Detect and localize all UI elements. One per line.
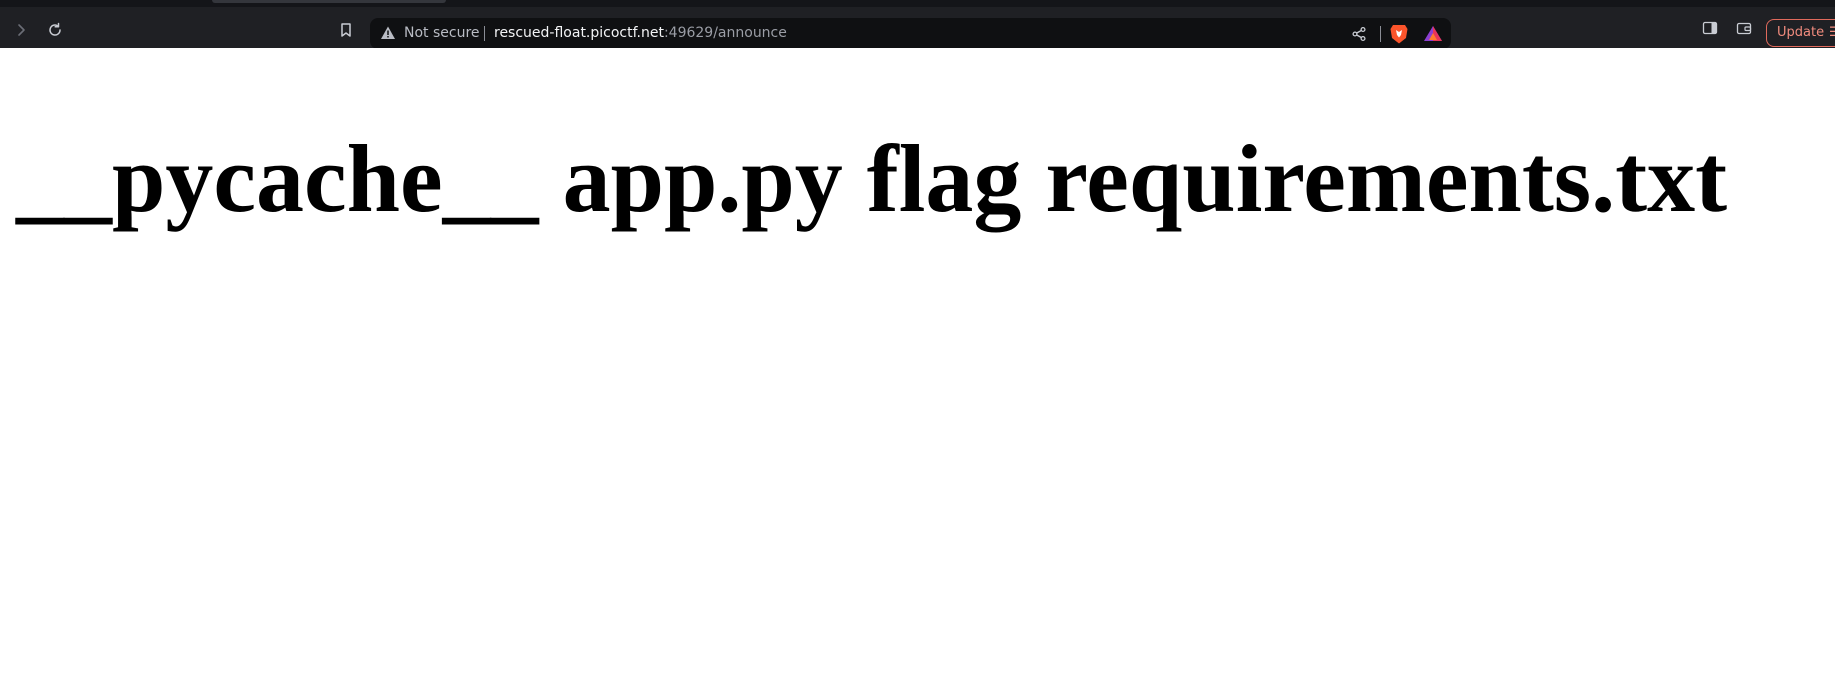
- sidebar-icon: [1702, 21, 1718, 35]
- url-host: rescued-float.picoctf.net: [494, 25, 664, 41]
- share-icon: [1352, 26, 1366, 42]
- forward-button[interactable]: [11, 20, 31, 40]
- url-path: :49629/announce: [663, 25, 787, 41]
- update-button[interactable]: Update ☰: [1766, 19, 1835, 47]
- update-label: Update: [1777, 25, 1825, 40]
- address-bar[interactable]: Not secure rescued-float.picoctf.net:496…: [370, 18, 1451, 49]
- wallet-icon: [1736, 22, 1752, 35]
- bookmark-icon: [341, 23, 351, 37]
- page-content: __pycache__ app.py flag requirements.txt: [0, 48, 1835, 691]
- reload-button[interactable]: [45, 20, 65, 40]
- brave-rewards-icon[interactable]: [1423, 24, 1443, 44]
- wallet-button[interactable]: [1736, 20, 1756, 40]
- browser-chrome: Not secure rescued-float.picoctf.net:496…: [0, 0, 1835, 49]
- tab-strip: [0, 0, 1835, 7]
- sidebar-button[interactable]: [1702, 20, 1722, 40]
- bookmark-button[interactable]: [336, 20, 356, 40]
- active-tab[interactable]: [212, 0, 446, 3]
- share-button[interactable]: [1349, 24, 1369, 44]
- security-label[interactable]: Not secure: [404, 18, 480, 49]
- chevron-right-icon: [18, 24, 25, 36]
- directory-listing-heading: __pycache__ app.py flag requirements.txt: [16, 125, 1728, 232]
- warning-icon[interactable]: [380, 25, 396, 41]
- shields-divider: [1380, 26, 1381, 42]
- hamburger-menu-icon[interactable]: ☰: [1829, 20, 1835, 46]
- brave-lion-icon[interactable]: [1389, 23, 1409, 45]
- url-text[interactable]: rescued-float.picoctf.net:49629/announce: [494, 18, 787, 49]
- url-divider: [484, 26, 485, 41]
- reload-icon: [49, 22, 61, 36]
- browser-toolbar: Not secure rescued-float.picoctf.net:496…: [0, 7, 1835, 49]
